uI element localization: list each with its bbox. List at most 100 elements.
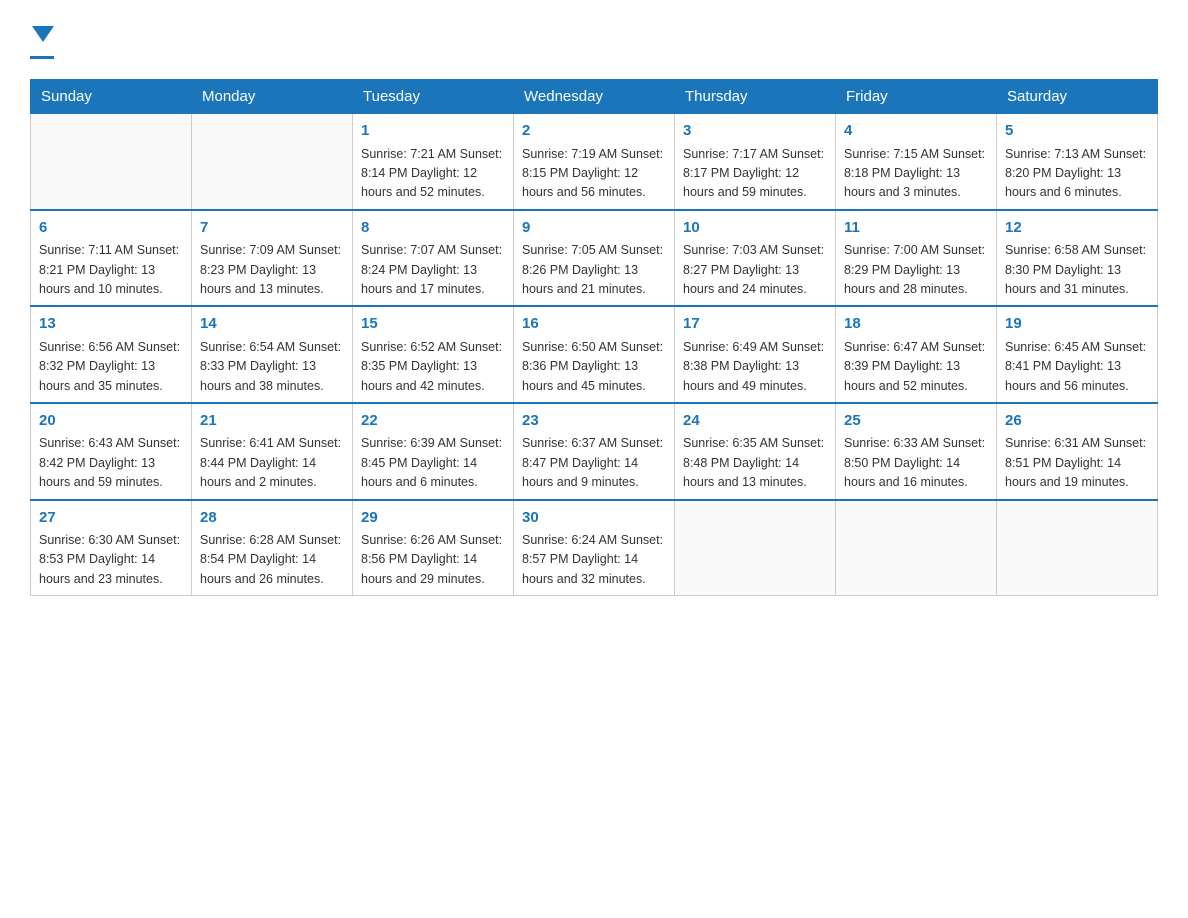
calendar-cell: 27Sunrise: 6:30 AM Sunset: 8:53 PM Dayli… — [31, 500, 192, 596]
weekday-header-thursday: Thursday — [675, 80, 836, 114]
day-number: 12 — [1005, 217, 1149, 240]
day-info: Sunrise: 7:13 AM Sunset: 8:20 PM Dayligh… — [1005, 145, 1149, 203]
day-number: 9 — [522, 217, 666, 240]
calendar-cell: 29Sunrise: 6:26 AM Sunset: 8:56 PM Dayli… — [353, 500, 514, 596]
day-info: Sunrise: 6:41 AM Sunset: 8:44 PM Dayligh… — [200, 434, 344, 492]
calendar-cell: 3Sunrise: 7:17 AM Sunset: 8:17 PM Daylig… — [675, 114, 836, 210]
day-info: Sunrise: 6:28 AM Sunset: 8:54 PM Dayligh… — [200, 531, 344, 589]
calendar-cell — [675, 500, 836, 596]
day-number: 29 — [361, 507, 505, 530]
calendar-cell: 7Sunrise: 7:09 AM Sunset: 8:23 PM Daylig… — [192, 210, 353, 307]
day-number: 17 — [683, 313, 827, 336]
day-number: 5 — [1005, 120, 1149, 143]
day-number: 3 — [683, 120, 827, 143]
weekday-header-friday: Friday — [836, 80, 997, 114]
calendar-cell — [997, 500, 1158, 596]
calendar-cell: 30Sunrise: 6:24 AM Sunset: 8:57 PM Dayli… — [514, 500, 675, 596]
page-header — [30, 20, 1158, 59]
week-row-2: 6Sunrise: 7:11 AM Sunset: 8:21 PM Daylig… — [31, 210, 1158, 307]
calendar-cell: 6Sunrise: 7:11 AM Sunset: 8:21 PM Daylig… — [31, 210, 192, 307]
weekday-header-wednesday: Wednesday — [514, 80, 675, 114]
week-row-5: 27Sunrise: 6:30 AM Sunset: 8:53 PM Dayli… — [31, 500, 1158, 596]
calendar-cell: 12Sunrise: 6:58 AM Sunset: 8:30 PM Dayli… — [997, 210, 1158, 307]
day-info: Sunrise: 6:52 AM Sunset: 8:35 PM Dayligh… — [361, 338, 505, 396]
day-info: Sunrise: 7:03 AM Sunset: 8:27 PM Dayligh… — [683, 241, 827, 299]
day-number: 10 — [683, 217, 827, 240]
calendar-cell: 5Sunrise: 7:13 AM Sunset: 8:20 PM Daylig… — [997, 114, 1158, 210]
calendar-cell: 18Sunrise: 6:47 AM Sunset: 8:39 PM Dayli… — [836, 306, 997, 403]
day-number: 4 — [844, 120, 988, 143]
calendar-table: SundayMondayTuesdayWednesdayThursdayFrid… — [30, 79, 1158, 596]
day-info: Sunrise: 6:39 AM Sunset: 8:45 PM Dayligh… — [361, 434, 505, 492]
day-number: 30 — [522, 507, 666, 530]
week-row-3: 13Sunrise: 6:56 AM Sunset: 8:32 PM Dayli… — [31, 306, 1158, 403]
day-info: Sunrise: 6:50 AM Sunset: 8:36 PM Dayligh… — [522, 338, 666, 396]
logo-text — [30, 20, 54, 54]
weekday-header-monday: Monday — [192, 80, 353, 114]
calendar-cell: 16Sunrise: 6:50 AM Sunset: 8:36 PM Dayli… — [514, 306, 675, 403]
calendar-cell — [836, 500, 997, 596]
day-number: 27 — [39, 507, 183, 530]
calendar-cell: 1Sunrise: 7:21 AM Sunset: 8:14 PM Daylig… — [353, 114, 514, 210]
day-number: 23 — [522, 410, 666, 433]
day-info: Sunrise: 6:47 AM Sunset: 8:39 PM Dayligh… — [844, 338, 988, 396]
week-row-4: 20Sunrise: 6:43 AM Sunset: 8:42 PM Dayli… — [31, 403, 1158, 500]
day-info: Sunrise: 6:30 AM Sunset: 8:53 PM Dayligh… — [39, 531, 183, 589]
day-info: Sunrise: 7:05 AM Sunset: 8:26 PM Dayligh… — [522, 241, 666, 299]
day-number: 19 — [1005, 313, 1149, 336]
calendar-cell: 4Sunrise: 7:15 AM Sunset: 8:18 PM Daylig… — [836, 114, 997, 210]
day-number: 6 — [39, 217, 183, 240]
calendar-cell: 13Sunrise: 6:56 AM Sunset: 8:32 PM Dayli… — [31, 306, 192, 403]
day-info: Sunrise: 7:00 AM Sunset: 8:29 PM Dayligh… — [844, 241, 988, 299]
day-number: 20 — [39, 410, 183, 433]
day-info: Sunrise: 6:35 AM Sunset: 8:48 PM Dayligh… — [683, 434, 827, 492]
day-info: Sunrise: 6:37 AM Sunset: 8:47 PM Dayligh… — [522, 434, 666, 492]
day-info: Sunrise: 7:07 AM Sunset: 8:24 PM Dayligh… — [361, 241, 505, 299]
calendar-cell: 25Sunrise: 6:33 AM Sunset: 8:50 PM Dayli… — [836, 403, 997, 500]
weekday-header-row: SundayMondayTuesdayWednesdayThursdayFrid… — [31, 80, 1158, 114]
calendar-cell: 28Sunrise: 6:28 AM Sunset: 8:54 PM Dayli… — [192, 500, 353, 596]
day-info: Sunrise: 7:09 AM Sunset: 8:23 PM Dayligh… — [200, 241, 344, 299]
day-info: Sunrise: 7:19 AM Sunset: 8:15 PM Dayligh… — [522, 145, 666, 203]
day-number: 18 — [844, 313, 988, 336]
day-number: 15 — [361, 313, 505, 336]
day-info: Sunrise: 7:21 AM Sunset: 8:14 PM Dayligh… — [361, 145, 505, 203]
day-info: Sunrise: 6:43 AM Sunset: 8:42 PM Dayligh… — [39, 434, 183, 492]
calendar-cell: 2Sunrise: 7:19 AM Sunset: 8:15 PM Daylig… — [514, 114, 675, 210]
calendar-cell: 14Sunrise: 6:54 AM Sunset: 8:33 PM Dayli… — [192, 306, 353, 403]
calendar-cell: 20Sunrise: 6:43 AM Sunset: 8:42 PM Dayli… — [31, 403, 192, 500]
day-number: 22 — [361, 410, 505, 433]
week-row-1: 1Sunrise: 7:21 AM Sunset: 8:14 PM Daylig… — [31, 114, 1158, 210]
calendar-cell: 9Sunrise: 7:05 AM Sunset: 8:26 PM Daylig… — [514, 210, 675, 307]
day-info: Sunrise: 7:17 AM Sunset: 8:17 PM Dayligh… — [683, 145, 827, 203]
logo — [30, 20, 54, 59]
calendar-cell — [31, 114, 192, 210]
day-info: Sunrise: 6:54 AM Sunset: 8:33 PM Dayligh… — [200, 338, 344, 396]
day-number: 21 — [200, 410, 344, 433]
day-number: 8 — [361, 217, 505, 240]
calendar-cell: 26Sunrise: 6:31 AM Sunset: 8:51 PM Dayli… — [997, 403, 1158, 500]
day-info: Sunrise: 6:31 AM Sunset: 8:51 PM Dayligh… — [1005, 434, 1149, 492]
day-info: Sunrise: 6:58 AM Sunset: 8:30 PM Dayligh… — [1005, 241, 1149, 299]
day-number: 11 — [844, 217, 988, 240]
calendar-cell: 21Sunrise: 6:41 AM Sunset: 8:44 PM Dayli… — [192, 403, 353, 500]
day-number: 7 — [200, 217, 344, 240]
calendar-cell: 24Sunrise: 6:35 AM Sunset: 8:48 PM Dayli… — [675, 403, 836, 500]
calendar-cell: 15Sunrise: 6:52 AM Sunset: 8:35 PM Dayli… — [353, 306, 514, 403]
day-info: Sunrise: 6:56 AM Sunset: 8:32 PM Dayligh… — [39, 338, 183, 396]
weekday-header-tuesday: Tuesday — [353, 80, 514, 114]
day-number: 25 — [844, 410, 988, 433]
logo-triangle-icon — [32, 26, 54, 42]
calendar-cell: 17Sunrise: 6:49 AM Sunset: 8:38 PM Dayli… — [675, 306, 836, 403]
weekday-header-saturday: Saturday — [997, 80, 1158, 114]
calendar-cell: 10Sunrise: 7:03 AM Sunset: 8:27 PM Dayli… — [675, 210, 836, 307]
day-info: Sunrise: 6:45 AM Sunset: 8:41 PM Dayligh… — [1005, 338, 1149, 396]
calendar-cell: 8Sunrise: 7:07 AM Sunset: 8:24 PM Daylig… — [353, 210, 514, 307]
day-number: 13 — [39, 313, 183, 336]
weekday-header-sunday: Sunday — [31, 80, 192, 114]
day-number: 2 — [522, 120, 666, 143]
day-number: 28 — [200, 507, 344, 530]
day-info: Sunrise: 7:11 AM Sunset: 8:21 PM Dayligh… — [39, 241, 183, 299]
calendar-cell: 11Sunrise: 7:00 AM Sunset: 8:29 PM Dayli… — [836, 210, 997, 307]
day-number: 1 — [361, 120, 505, 143]
